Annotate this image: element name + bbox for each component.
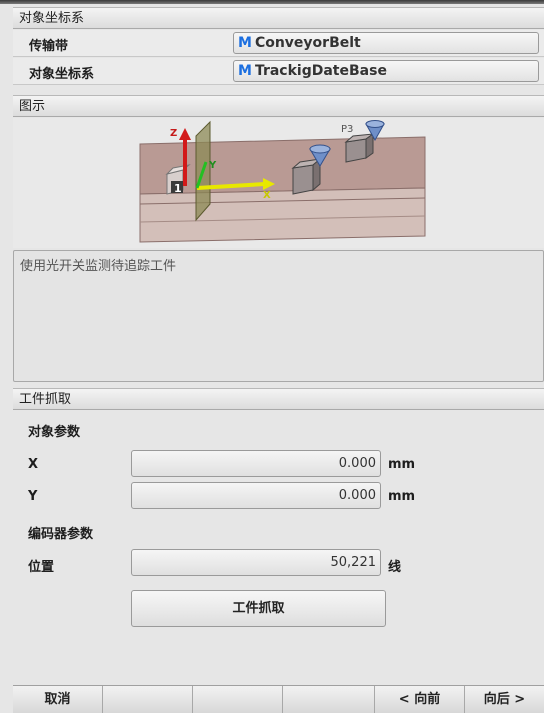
conveyor-row: 传输带 M ConveyorBelt: [13, 30, 544, 57]
empty-softkey[interactable]: [103, 686, 193, 713]
bottom-bar: 取消 < 向前 向后 >: [13, 685, 544, 713]
workpiece-box: [345, 138, 367, 163]
x-label: X: [28, 457, 39, 472]
object-frame-value-field[interactable]: M TrackigDateBase: [233, 60, 539, 82]
z-axis-label: Z: [170, 128, 177, 139]
section-title: 工件抓取: [19, 392, 72, 407]
x-value: 0.000: [338, 456, 376, 471]
conveyor-value: ConveyorBelt: [254, 35, 361, 51]
y-input[interactable]: 0.000: [131, 482, 381, 509]
conveyor-label: 传输带: [29, 39, 69, 54]
y-value: 0.000: [338, 488, 376, 503]
conveyor-side: [139, 187, 426, 243]
cancel-button[interactable]: 取消: [13, 686, 103, 713]
position-value: 50,221: [330, 555, 377, 570]
marker-label: 1: [174, 182, 182, 195]
object-params-label: 对象参数: [28, 425, 81, 440]
y-axis-label: Y: [208, 160, 217, 171]
x-unit: mm: [388, 457, 416, 472]
x-axis-label: X: [263, 190, 271, 201]
empty-softkey[interactable]: [283, 686, 375, 713]
conveyor-illustration: 1 Z Y X P3: [139, 120, 426, 243]
section-header-object-frame: 对象坐标系: [13, 7, 544, 29]
prev-label: < 向前: [398, 692, 441, 707]
pickup-button[interactable]: 工件抓取: [131, 590, 386, 627]
illustration-panel: 1 Z Y X P3: [13, 118, 544, 248]
empty-softkey[interactable]: [193, 686, 283, 713]
illustration-description-box: 使用光开关监测待追踪工件: [13, 250, 544, 382]
encoder-params-label: 编码器参数: [28, 527, 94, 542]
pickup-button-label: 工件抓取: [232, 601, 285, 616]
object-frame-value: TrackigDateBase: [254, 63, 387, 79]
next-button[interactable]: 向后 >: [465, 686, 544, 713]
next-label: 向后 >: [483, 692, 526, 707]
y-label: Y: [28, 489, 38, 504]
section-header-pickup: 工件抓取: [13, 388, 544, 410]
position-unit: 线: [388, 560, 402, 575]
window-top-strip: [0, 0, 544, 4]
section-title: 对象坐标系: [19, 11, 85, 26]
section-title: 图示: [19, 99, 46, 114]
illustration-description: 使用光开关监测待追踪工件: [20, 259, 177, 274]
y-unit: mm: [388, 489, 416, 504]
p3-label: P3: [341, 124, 353, 135]
prev-button[interactable]: < 向前: [375, 686, 465, 713]
conveyor-value-field[interactable]: M ConveyorBelt: [233, 32, 539, 54]
x-input[interactable]: 0.000: [131, 450, 381, 477]
section-header-illustration: 图示: [13, 95, 544, 117]
cancel-label: 取消: [44, 692, 71, 707]
workpiece-box: [292, 164, 314, 195]
object-frame-row: 对象坐标系 M TrackigDateBase: [13, 58, 544, 85]
m-variable-icon: M: [238, 63, 252, 79]
position-input[interactable]: 50,221: [131, 549, 381, 576]
object-frame-label: 对象坐标系: [29, 67, 95, 82]
position-label: 位置: [28, 560, 55, 575]
m-variable-icon: M: [238, 35, 252, 51]
